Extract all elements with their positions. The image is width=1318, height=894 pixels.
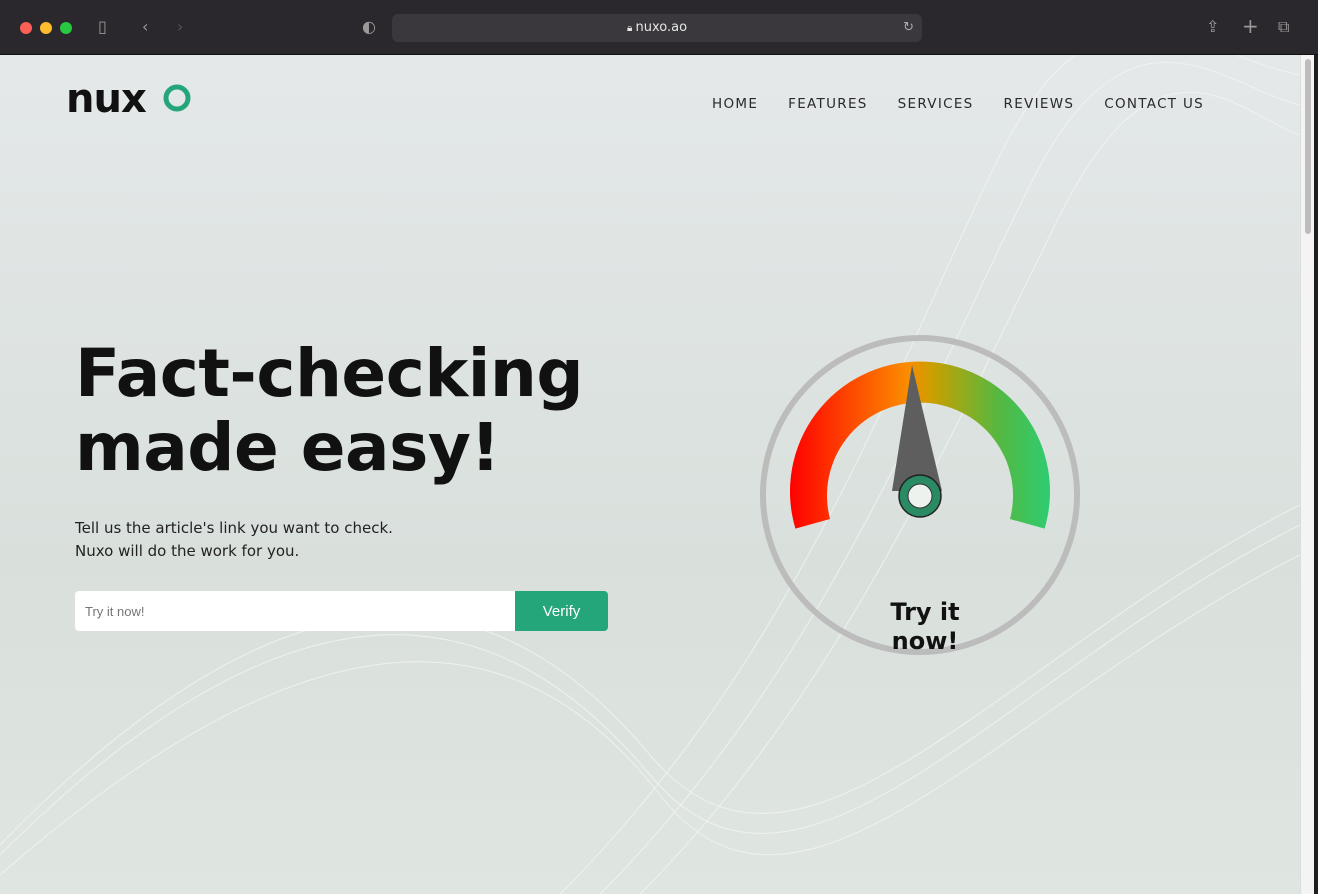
nuxometer-gauge[interactable]: Try it now! nuxometer xyxy=(750,325,1090,665)
browser-toolbar: ▯ ‹ › ◐ 🔒︎ nuxo.ao ↻ ⇪ + ⧉ xyxy=(0,0,1318,55)
nuxo-logo[interactable]: nux xyxy=(66,79,196,119)
reload-icon[interactable]: ↻ xyxy=(903,14,914,42)
url-text: nuxo.ao xyxy=(635,20,688,35)
maximize-window-button[interactable] xyxy=(60,22,72,34)
nav-features[interactable]: FEATURES xyxy=(788,96,868,112)
shield-icon[interactable]: ◐ xyxy=(362,17,376,36)
nav-home[interactable]: HOME xyxy=(712,96,758,112)
forward-icon[interactable]: › xyxy=(177,17,183,36)
gauge-label: Try it xyxy=(890,598,959,626)
scrollbar[interactable] xyxy=(1300,55,1314,894)
verify-button[interactable]: Verify xyxy=(515,591,608,631)
back-icon[interactable]: ‹ xyxy=(142,17,148,36)
sidebar-icon[interactable]: ▯ xyxy=(98,17,107,36)
nav-contact-us[interactable]: CONTACT US xyxy=(1104,96,1204,112)
minimize-window-button[interactable] xyxy=(40,22,52,34)
scrollbar-thumb[interactable] xyxy=(1305,59,1311,234)
tabs-overview-icon[interactable]: ⧉ xyxy=(1278,17,1289,37)
nav-services[interactable]: SERVICES xyxy=(898,96,974,112)
page: nux HOME FEATURES SERVICES REVIEWS CONTA… xyxy=(0,55,1300,894)
svg-text:nux: nux xyxy=(66,79,147,119)
address-bar[interactable]: 🔒︎ nuxo.ao ↻ xyxy=(392,14,922,42)
article-link-input[interactable] xyxy=(75,591,516,631)
main-nav: HOME FEATURES SERVICES REVIEWS CONTACT U… xyxy=(712,96,1204,112)
hero-subtitle: Tell us the article's link you want to c… xyxy=(75,519,393,560)
new-tab-icon[interactable]: + xyxy=(1242,14,1259,38)
nav-reviews[interactable]: REVIEWS xyxy=(1004,96,1075,112)
gauge-label: now! xyxy=(892,627,959,655)
hero-title: Fact-checking made easy! xyxy=(75,335,584,486)
close-window-button[interactable] xyxy=(20,22,32,34)
share-icon[interactable]: ⇪ xyxy=(1206,17,1219,36)
